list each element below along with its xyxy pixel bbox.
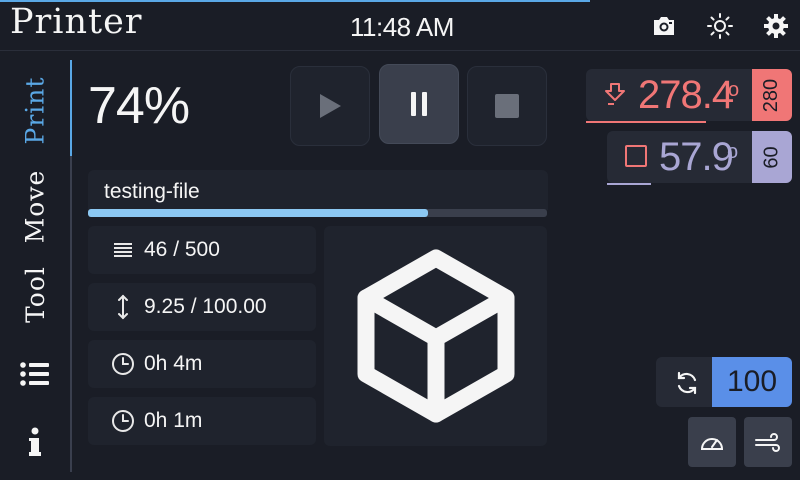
nav-tab-print[interactable]: Print [0, 62, 70, 158]
stop-button[interactable] [467, 66, 547, 146]
clock: 11:48 AM [350, 12, 454, 42]
extruder-target-value: 280 [760, 78, 783, 112]
fan-button[interactable] [744, 417, 792, 467]
top-bar: Printer 11:48 AM [0, 2, 800, 50]
height-arrow-icon [118, 294, 128, 320]
info-icon [29, 427, 41, 456]
file-name: testing-file [104, 180, 200, 203]
nav-tab-move-label: Move [20, 169, 50, 243]
speed-gauge-button[interactable] [688, 417, 736, 467]
progress-percent: 74% [88, 77, 190, 135]
extruder-temp-card[interactable]: 278.4 o 280 [586, 69, 792, 121]
app-title: Printer [10, 2, 143, 42]
height-stat: 9.25 / 100.00 [88, 283, 316, 331]
play-button[interactable] [290, 66, 370, 146]
clock-icon [112, 353, 134, 375]
bed-current-temp: 57.9 [659, 135, 734, 179]
extruder-target: 280 [752, 69, 792, 121]
list-icon [20, 362, 49, 386]
speed-card[interactable]: 100 [656, 357, 792, 407]
progress-bar-fill [88, 209, 428, 217]
extruder-underline [586, 121, 706, 123]
stop-icon [495, 94, 519, 118]
gauge-icon [700, 438, 724, 450]
remaining-stat: 0h 1m [88, 397, 316, 445]
nav-list-button[interactable] [0, 352, 70, 396]
camera-icon[interactable] [648, 10, 680, 42]
progress-bar [88, 209, 547, 217]
settings-icon[interactable] [760, 10, 792, 42]
clock-icon [112, 410, 134, 432]
brightness-icon[interactable] [704, 10, 736, 42]
nav-active-indicator [70, 60, 72, 156]
bed-icon [625, 145, 647, 167]
wind-icon [755, 433, 780, 452]
remaining-value: 0h 1m [144, 409, 203, 432]
nav-tab-move[interactable]: Move [0, 160, 70, 252]
play-icon [320, 94, 341, 118]
bed-degree: o [727, 141, 739, 163]
bed-target-value: 60 [760, 145, 783, 169]
bed-target: 60 [752, 131, 792, 183]
pause-button[interactable] [379, 64, 459, 144]
file-panel: testing-file [88, 170, 548, 210]
extruder-degree: o [728, 79, 740, 101]
layers-value: 46 / 500 [144, 238, 220, 261]
speed-value: 100 [712, 357, 792, 407]
height-value: 9.25 / 100.00 [144, 295, 267, 318]
bed-underline [607, 183, 651, 185]
nav-tab-print-label: Print [20, 76, 50, 144]
nav-tab-tool-label: Tool [20, 265, 50, 323]
nav-tab-tool[interactable]: Tool [0, 252, 70, 336]
bed-temp-card[interactable]: 57.9 o 60 [607, 131, 792, 183]
elapsed-value: 0h 4m [144, 352, 203, 375]
layers-icon [114, 243, 132, 257]
elapsed-stat: 0h 4m [88, 340, 316, 388]
layers-stat: 46 / 500 [88, 226, 316, 274]
extruder-current-temp: 278.4 [638, 73, 734, 117]
extruder-icon [605, 83, 625, 105]
refresh-icon [677, 371, 697, 395]
model-thumbnail [324, 226, 547, 446]
pause-icon [411, 92, 427, 116]
nav-info-button[interactable] [0, 420, 70, 464]
header-divider [0, 50, 800, 51]
cube-icon [357, 249, 514, 423]
